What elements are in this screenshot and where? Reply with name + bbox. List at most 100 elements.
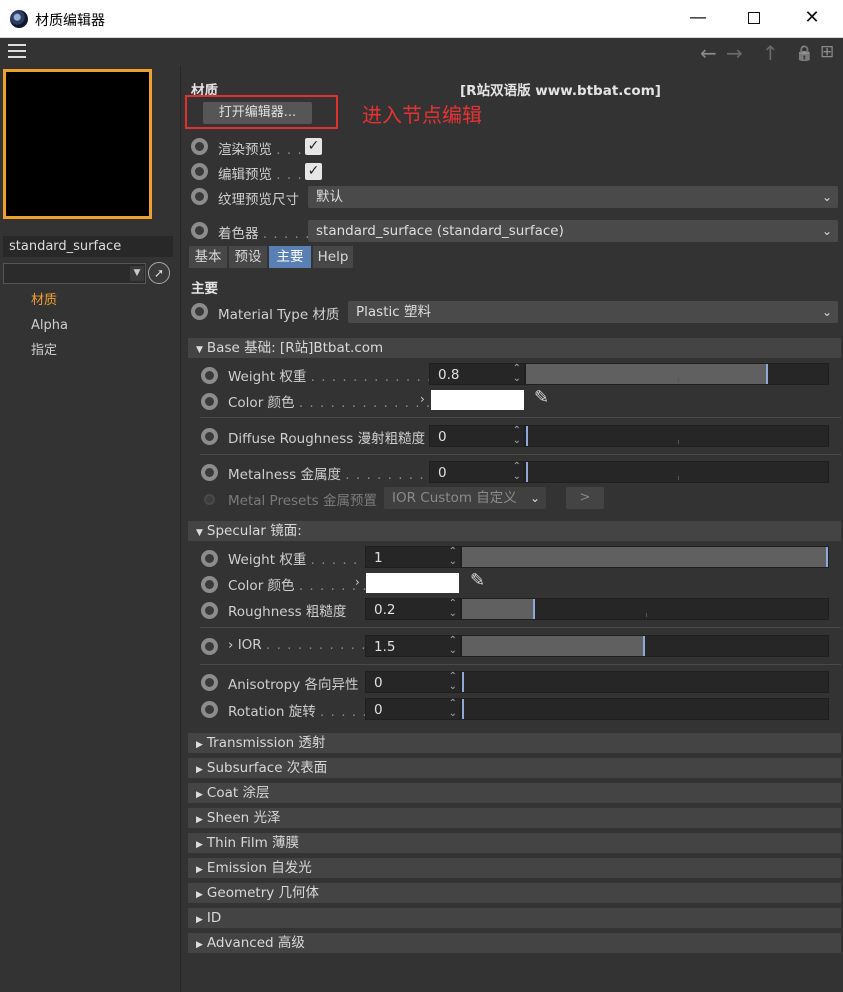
texture-size-dropdown[interactable]: 默认 ⌄: [308, 186, 838, 208]
base-color-swatch[interactable]: [431, 390, 524, 410]
triangle-right-icon: ▶: [196, 915, 203, 925]
spinner-icon[interactable]: ⌃ ⌄: [449, 699, 457, 719]
spinner-icon[interactable]: ⌃ ⌄: [513, 364, 521, 384]
eyedropper-icon[interactable]: ✎: [470, 570, 485, 591]
spinner-icon[interactable]: ⌃ ⌄: [449, 672, 457, 692]
spec-weight-input[interactable]: 1 ⌃ ⌄: [365, 546, 461, 568]
anim-radio[interactable]: [201, 464, 218, 481]
divider: [200, 454, 841, 455]
cinema4d-icon: [10, 10, 28, 28]
chevron-down-icon: ⌄: [529, 491, 540, 505]
menu-icon[interactable]: [8, 44, 26, 60]
triangle-right-icon: ▶: [196, 840, 203, 850]
anim-radio: [204, 494, 215, 505]
spec-weight-slider[interactable]: [461, 546, 829, 568]
forward-arrow-icon[interactable]: →: [726, 41, 743, 65]
section-specular-header[interactable]: ▼ Specular 镜面:: [188, 521, 841, 541]
anisotropy-input[interactable]: 0 ⌃ ⌄: [365, 671, 461, 693]
spinner-icon[interactable]: ⌃ ⌄: [449, 636, 457, 656]
pick-cursor-icon[interactable]: ➚: [148, 262, 170, 284]
section-id-header[interactable]: ▶ ID: [188, 908, 841, 928]
new-window-icon[interactable]: ⊞: [820, 42, 834, 62]
eyedropper-icon[interactable]: ✎: [534, 387, 549, 408]
base-weight-slider[interactable]: [525, 363, 829, 385]
triangle-right-icon: ▶: [196, 790, 203, 800]
up-arrow-icon[interactable]: ↑: [762, 41, 779, 65]
diffuse-roughness-slider[interactable]: [525, 425, 829, 447]
anim-radio[interactable]: [191, 163, 208, 180]
anim-radio[interactable]: [191, 188, 208, 205]
expand-arrow-icon[interactable]: ›: [228, 637, 233, 653]
material-preview[interactable]: [3, 69, 152, 219]
anim-radio[interactable]: [201, 701, 218, 718]
spec-weight-label: Weight 权重 . . . . . . .: [228, 552, 380, 568]
base-weight-input[interactable]: 0.8 ⌃ ⌄: [429, 363, 525, 385]
tab-main[interactable]: 主要: [269, 246, 311, 268]
anim-radio[interactable]: [191, 222, 208, 239]
rotation-input[interactable]: 0 ⌃ ⌄: [365, 698, 461, 720]
triangle-right-icon: ▶: [196, 890, 203, 900]
tab-basic[interactable]: 基本: [189, 246, 227, 268]
metalness-input[interactable]: 0 ⌃ ⌄: [429, 461, 525, 483]
edit-preview-checkbox[interactable]: ✓: [305, 163, 322, 180]
base-color-label: Color 颜色 . . . . . . . . . . . . . . . .: [228, 395, 463, 411]
close-button[interactable]: ✕: [784, 0, 840, 38]
anisotropy-slider[interactable]: [461, 671, 829, 693]
spec-roughness-input[interactable]: 0.2 ⌃ ⌄: [365, 598, 461, 620]
watermark-text: [R站双语版 www.btbat.com]: [460, 83, 661, 99]
expand-arrow-icon[interactable]: ›: [355, 575, 360, 589]
metalness-slider[interactable]: [525, 461, 829, 483]
ior-slider[interactable]: [461, 635, 829, 657]
spinner-icon[interactable]: ⌃ ⌄: [449, 547, 457, 567]
nav-item-alpha[interactable]: Alpha: [31, 313, 68, 338]
anim-radio[interactable]: [201, 428, 218, 445]
maximize-icon: [748, 12, 760, 24]
anim-radio[interactable]: [201, 602, 218, 619]
anim-radio[interactable]: [201, 367, 218, 384]
diffuse-roughness-label: Diffuse Roughness 漫射粗糙度: [228, 431, 426, 447]
minimize-button[interactable]: —: [670, 0, 726, 38]
material-combo[interactable]: ▼: [3, 263, 146, 284]
ior-input[interactable]: 1.5 ⌃ ⌄: [365, 635, 461, 657]
material-type-dropdown[interactable]: Plastic 塑料 ⌄: [348, 301, 838, 323]
spec-roughness-slider[interactable]: [461, 598, 829, 620]
spec-color-swatch[interactable]: [366, 573, 459, 593]
nav-item-material[interactable]: 材质: [31, 288, 68, 313]
material-name-field[interactable]: standard_surface: [3, 236, 173, 257]
section-thinfilm-header[interactable]: ▶ Thin Film 薄膜: [188, 833, 841, 853]
section-advanced-header[interactable]: ▶ Advanced 高级: [188, 933, 841, 953]
spinner-icon[interactable]: ⌃ ⌄: [449, 599, 457, 619]
render-preview-checkbox[interactable]: ✓: [305, 138, 322, 155]
tab-help[interactable]: Help: [313, 246, 353, 268]
tab-presets[interactable]: 预设: [229, 246, 267, 268]
section-transmission-header[interactable]: ▶ Transmission 透射: [188, 733, 841, 753]
lock-icon[interactable]: 🔒: [795, 44, 814, 62]
maximize-button[interactable]: [726, 0, 782, 38]
open-editor-button[interactable]: 打开编辑器...: [203, 102, 312, 124]
section-coat-header[interactable]: ▶ Coat 涂层: [188, 783, 841, 803]
material-type-label: Material Type 材质: [218, 307, 340, 323]
back-arrow-icon[interactable]: ←: [700, 41, 717, 65]
anim-radio[interactable]: [201, 393, 218, 410]
anim-radio[interactable]: [191, 138, 208, 155]
expand-arrow-icon[interactable]: ›: [420, 392, 425, 406]
shader-dropdown[interactable]: standard_surface (standard_surface) ⌄: [308, 220, 838, 242]
nav-item-assign[interactable]: 指定: [31, 338, 68, 363]
rotation-label: Rotation 旋转 . . . . . .: [228, 704, 379, 720]
section-emission-header[interactable]: ▶ Emission 自发光: [188, 858, 841, 878]
section-geometry-header[interactable]: ▶ Geometry 几何体: [188, 883, 841, 903]
anim-radio[interactable]: [201, 576, 218, 593]
spinner-icon[interactable]: ⌃ ⌄: [513, 426, 521, 446]
triangle-right-icon: ▶: [196, 740, 203, 750]
left-panel: standard_surface ▼ ➚ 材质 Alpha 指定: [0, 66, 181, 992]
anim-radio[interactable]: [201, 638, 218, 655]
section-base-header[interactable]: ▼ Base 基础: [R站]Btbat.com: [188, 338, 841, 358]
rotation-slider[interactable]: [461, 698, 829, 720]
section-sheen-header[interactable]: ▶ Sheen 光泽: [188, 808, 841, 828]
anim-radio[interactable]: [191, 303, 208, 320]
anim-radio[interactable]: [201, 550, 218, 567]
section-subsurface-header[interactable]: ▶ Subsurface 次表面: [188, 758, 841, 778]
spinner-icon[interactable]: ⌃ ⌄: [513, 462, 521, 482]
diffuse-roughness-input[interactable]: 0 ⌃ ⌄: [429, 425, 525, 447]
anim-radio[interactable]: [201, 674, 218, 691]
